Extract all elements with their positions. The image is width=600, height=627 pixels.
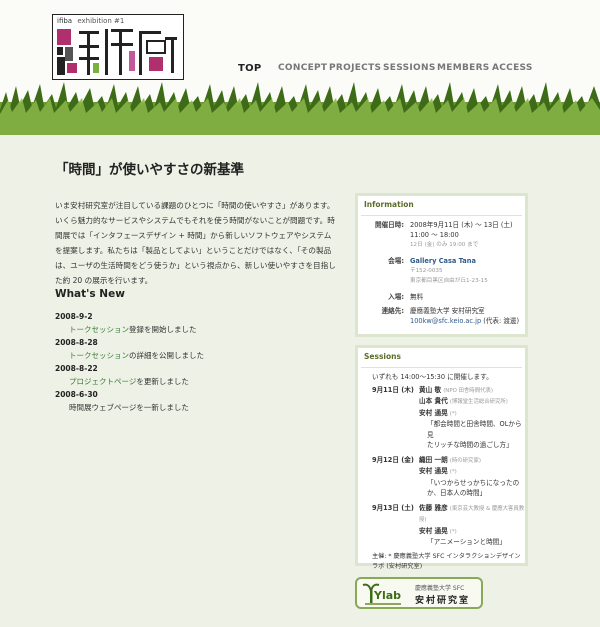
session-talk-title: か、日本人の時間」 <box>427 489 487 497</box>
speaker-affiliation: (*) <box>449 469 457 475</box>
news-list: 2008-9-2 トークセッション登録を開始しました 2008-8-28 トーク… <box>55 310 335 414</box>
speaker-name: 佐藤 雅彦 <box>419 503 448 512</box>
contact-org: 慶應義塾大学 安村研究室 <box>410 307 485 315</box>
page-title: 「時間」が使いやすさの新基準 <box>55 162 244 178</box>
banner-line2: 安村研究室 <box>415 596 471 606</box>
dates-value: 2008年9月11日 (木) 〜 13日 (土) <box>410 221 513 229</box>
session-talk-title: 「都会時間と田舎時間、OLから見 <box>427 420 522 439</box>
speaker-name: 山本 貴代 <box>419 397 448 405</box>
nav-concept[interactable]: CONCEPT <box>278 63 327 73</box>
nav-sessions[interactable]: SESSIONS <box>383 63 436 73</box>
news-rest: の詳細を公開しました <box>129 351 204 360</box>
page: ifiba exhibition #1 TOP CONCEPT PROJECTS… <box>0 0 600 627</box>
venue-link[interactable]: Gallery Casa Tana <box>410 256 525 266</box>
speaker-affiliation: (時の研究家) <box>449 457 481 464</box>
lab-banner[interactable]: Ylab 慶應義塾大学 SFC 安村研究室 <box>355 577 483 609</box>
session-date: 9月11日 (木) <box>372 385 414 394</box>
session-date: 9月13日 (土) <box>372 503 414 512</box>
contact-label: 連絡先: <box>381 307 404 315</box>
main-nav: TOP CONCEPT PROJECTS SESSIONS MEMBERS AC… <box>0 63 600 79</box>
info-admission: 入場: 無料 <box>358 292 525 302</box>
news-item: 2008-9-2 トークセッション登録を開始しました <box>55 310 335 336</box>
nav-access[interactable]: ACCESS <box>492 63 533 73</box>
header: ifiba exhibition #1 TOP CONCEPT PROJECTS… <box>0 0 600 135</box>
news-date: 2008-8-28 <box>55 338 98 347</box>
contact-email-link[interactable]: 100kw@sfc.keio.ac.jp <box>410 317 481 325</box>
dates-label: 開催日時: <box>374 221 404 229</box>
news-rest: 時間展ウェブページを一新しました <box>69 403 189 412</box>
speaker-name: 織田 一朗 <box>419 455 448 464</box>
sessions-intro: いずれも 14:00〜15:30 に開催します。 <box>372 373 493 381</box>
nav-members[interactable]: MEMBERS <box>437 63 490 73</box>
nav-top[interactable]: TOP <box>238 63 262 74</box>
news-rest: を更新しました <box>136 377 189 386</box>
info-contact: 連絡先: 慶應義塾大学 安村研究室 100kw@sfc.keio.ac.jp (… <box>358 306 525 326</box>
info-venue: 会場: Gallery Casa Tana 〒152-0035 東京都目黒区自由… <box>358 256 525 286</box>
grass-banner <box>0 82 600 135</box>
divider <box>361 215 522 216</box>
organizer-line: 主催: * 慶應義塾大学 SFC インタラクションデザイン <box>372 552 521 560</box>
news-date: 2008-9-2 <box>55 312 93 321</box>
information-heading: Information <box>364 200 414 209</box>
session-talk-title: 「アニメーションと時間」 <box>427 538 506 546</box>
venue-postal: 〒152-0035 <box>410 268 443 274</box>
news-rest: 登録を開始しました <box>129 325 197 334</box>
news-text: 時間展ウェブページを一新しました <box>55 401 335 414</box>
sessions-heading: Sessions <box>364 352 401 361</box>
session-day: 9月13日 (土) 佐藤 雅彦 (東京芸大教授 & 慶應大客員教授) 安村 通晃… <box>358 503 525 548</box>
nav-projects[interactable]: PROJECTS <box>329 63 381 73</box>
banner-line1: 慶應義塾大学 SFC <box>415 585 465 592</box>
session-day: 9月12日 (金) 織田 一朗 (時の研究家) 安村 通晃 (*) 「いつからせ… <box>358 455 525 499</box>
news-date: 2008-6-30 <box>55 390 98 399</box>
whats-new-heading: What's New <box>55 288 125 300</box>
speaker-affiliation: (博報堂生活総合研究所) <box>449 399 508 405</box>
organizer-line: ラボ (安村研究室) <box>372 563 423 570</box>
session-talk-title: たリッチな時間の過ごし方」 <box>427 441 513 449</box>
speaker-name: 安村 通晃 <box>419 467 448 475</box>
news-text: プロジェクトページを更新しました <box>55 375 335 388</box>
speaker-affiliation: (*) <box>449 528 457 535</box>
info-dates: 開催日時: 2008年9月11日 (木) 〜 13日 (土) 11:00 〜 1… <box>358 220 525 250</box>
hours-value: 11:00 〜 18:00 <box>410 231 459 239</box>
news-text: トークセッション登録を開始しました <box>55 323 335 336</box>
speaker-name: 黄山 敬 <box>419 385 442 394</box>
session-date: 9月12日 (金) <box>372 455 414 464</box>
sessions-box: Sessions いずれも 14:00〜15:30 に開催します。 9月11日 … <box>355 345 528 570</box>
divider <box>361 367 522 368</box>
news-date: 2008-8-22 <box>55 364 98 373</box>
session-day: 9月11日 (木) 黄山 敬 (NPO 田舎時間代表) 山本 貴代 (博報堂生活… <box>358 385 525 451</box>
intro-text: いま安村研究室が注目している課題のひとつに「時間の使いやすさ」があります。いくら… <box>55 201 336 285</box>
venue-label: 会場: <box>388 257 404 265</box>
information-box: Information 開催日時: 2008年9月11日 (木) 〜 13日 (… <box>355 193 528 337</box>
news-item: 2008-8-22 プロジェクトページを更新しました <box>55 362 335 388</box>
news-link[interactable]: トークセッション <box>69 351 129 360</box>
venue-address: 東京都目黒区自由が丘1-23-15 <box>410 278 488 284</box>
news-link[interactable]: トークセッション <box>69 325 129 334</box>
speaker-affiliation: (NPO 田舎時間代表) <box>443 387 493 394</box>
contact-person: (代表: 渡邊) <box>483 317 520 325</box>
logo-tagline: ifiba exhibition #1 <box>57 17 124 25</box>
admission-label: 入場: <box>388 293 404 301</box>
logo-prefix: ifiba <box>57 17 73 25</box>
admission-value: 無料 <box>410 293 424 301</box>
news-item: 2008-6-30 時間展ウェブページを一新しました <box>55 388 335 414</box>
logo-subtitle: exhibition #1 <box>77 17 125 25</box>
news-item: 2008-8-28 トークセッションの詳細を公開しました <box>55 336 335 362</box>
news-link[interactable]: プロジェクトページ <box>69 377 136 386</box>
speaker-name: 安村 通晃 <box>419 526 448 535</box>
session-talk-title: 「いつからせっかちになったの <box>427 478 520 487</box>
news-text: トークセッションの詳細を公開しました <box>55 349 335 362</box>
speaker-name: 安村 通晃 <box>419 408 448 417</box>
speaker-affiliation: (*) <box>449 410 457 417</box>
banner-logo-text: Ylab <box>374 589 402 602</box>
hours-note: 12日 (金) のみ 19:00 まで <box>410 242 479 248</box>
